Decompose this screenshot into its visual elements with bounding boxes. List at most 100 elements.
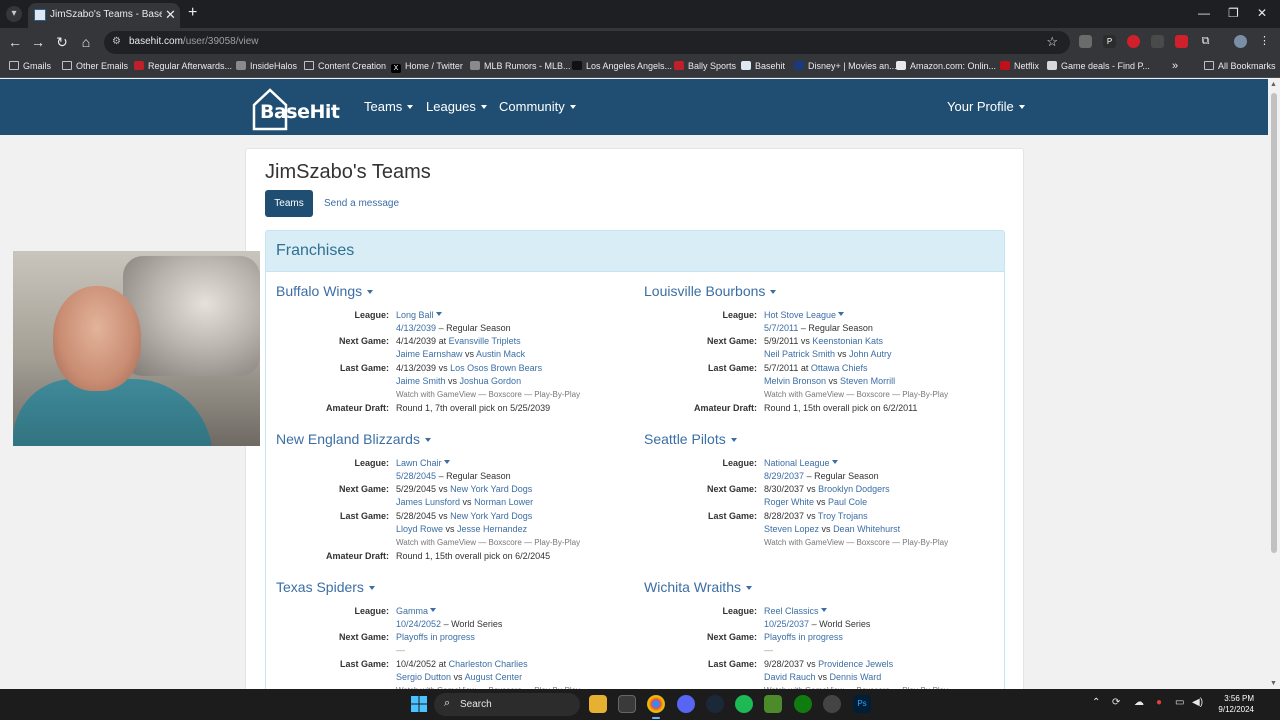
xbox-icon[interactable] [794,695,812,713]
caret-down-icon[interactable] [430,608,437,612]
player-link[interactable]: Neil Patrick Smith [764,349,835,359]
extension-icon[interactable] [1079,35,1092,48]
send-message-link[interactable]: Send a message [324,198,399,209]
volume-icon[interactable]: ◀) [1192,697,1203,708]
team-name-dropdown[interactable]: Seattle Pilots [644,431,737,447]
scroll-down-icon[interactable]: ▼ [1270,680,1277,687]
caret-down-icon[interactable] [820,608,827,612]
opponent-link[interactable]: New York Yard Dogs [450,511,532,521]
player-link[interactable]: Joshua Gordon [460,376,522,386]
player-link[interactable]: Austin Mack [476,349,525,359]
opponent-link[interactable]: Charleston Charlies [449,659,528,669]
bookmark-basehit[interactable]: Basehit [741,61,785,71]
url-text[interactable]: basehit.com/user/39058/view [129,36,259,47]
bookmark-insidehalos[interactable]: InsideHalos [236,61,297,71]
taskbar-clock[interactable]: 3:56 PM 9/12/2024 [1212,693,1254,715]
player-link[interactable]: David Rauch [764,672,816,682]
league-link[interactable]: Lawn Chair [396,458,442,468]
tab-search-icon[interactable]: ▾ [6,6,22,22]
opponent-link[interactable]: Providence Jewels [818,659,893,669]
photoshop-icon[interactable]: Ps [853,695,871,713]
playoffs-link[interactable]: Playoffs in progress [764,632,843,642]
team-name-dropdown[interactable]: New England Blizzards [276,431,431,447]
discord-icon[interactable] [677,695,695,713]
basehit-logo[interactable]: BaseHit [250,87,340,132]
bookmark-regular-afterwards[interactable]: Regular Afterwards... [134,61,232,71]
reload-icon[interactable]: ↻ [53,33,71,51]
extension-icon[interactable] [1127,35,1140,48]
opponent-link[interactable]: Ottawa Chiefs [811,363,868,373]
avatar[interactable] [1234,35,1247,48]
bookmark-disney[interactable]: Disney+ | Movies an... [794,61,897,71]
player-link[interactable]: John Autry [849,349,892,359]
puzzle-icon[interactable]: ⧉ [1199,35,1212,48]
date-link[interactable]: 5/7/2011 [764,323,798,333]
league-link[interactable]: Reel Classics [764,606,819,616]
player-link[interactable]: Norman Lower [474,497,533,507]
playoffs-link[interactable]: Playoffs in progress [396,632,475,642]
player-link[interactable]: Melvin Bronson [764,376,826,386]
player-link[interactable]: Lloyd Rowe [396,524,443,534]
player-link[interactable]: Jaime Smith [396,376,446,386]
player-link[interactable]: Dennis Ward [830,672,882,682]
scroll-up-icon[interactable]: ▲ [1270,81,1277,88]
extension-icon[interactable] [1151,35,1164,48]
caret-down-icon[interactable] [831,460,838,464]
spotify-icon[interactable] [735,695,753,713]
nav-community[interactable]: Community [499,99,576,114]
nav-teams[interactable]: Teams [364,99,414,114]
player-link[interactable]: Steven Lopez [764,524,819,534]
app-icon[interactable] [823,695,841,713]
player-link[interactable]: Jaime Earnshaw [396,349,463,359]
tab-close-icon[interactable]: ✕ [165,7,176,23]
play-by-play-link[interactable]: Play-By-Play [534,538,580,547]
league-link[interactable]: Gamma [396,606,428,616]
team-name-dropdown[interactable]: Buffalo Wings [276,283,374,299]
bookmark-mlb-rumors[interactable]: MLB Rumors - MLB... [470,61,571,71]
home-icon[interactable]: ⌂ [77,33,95,51]
close-window-icon[interactable]: ✕ [1257,6,1267,20]
file-explorer-icon[interactable] [589,695,607,713]
scroll-thumb[interactable] [1271,93,1277,553]
player-link[interactable]: August Center [465,672,523,682]
opponent-link[interactable]: New York Yard Dogs [450,484,532,494]
date-link[interactable]: 10/25/2037 [764,619,809,629]
team-name-dropdown[interactable]: Louisville Bourbons [644,283,777,299]
team-name-dropdown[interactable]: Texas Spiders [276,579,375,595]
page-scrollbar[interactable]: ▲ ▼ [1268,79,1280,689]
back-icon[interactable]: ← [6,33,24,51]
boxscore-link[interactable]: Boxscore [856,390,889,399]
caret-down-icon[interactable] [838,312,845,316]
site-info-icon[interactable]: ⚙ [112,36,124,48]
network-icon[interactable]: ▭ [1175,697,1184,708]
play-by-play-link[interactable]: Play-By-Play [534,390,580,399]
minimize-icon[interactable]: — [1198,6,1210,20]
tray-app-icon[interactable]: ☁ [1134,697,1144,708]
nav-your-profile[interactable]: Your Profile [947,99,1025,114]
boxscore-link[interactable]: Boxscore [488,538,521,547]
bookmark-gmails[interactable]: Gmails [9,61,51,71]
opponent-link[interactable]: Brooklyn Dodgers [818,484,890,494]
bookmark-angels[interactable]: Los Angeles Angels... [572,61,672,71]
date-link[interactable]: 8/29/2037 [764,471,804,481]
minecraft-icon[interactable] [764,695,782,713]
bookmark-other-emails[interactable]: Other Emails [62,61,128,71]
date-link[interactable]: 5/28/2045 [396,471,436,481]
player-link[interactable]: Sergio Dutton [396,672,451,682]
bookmark-bally-sports[interactable]: Bally Sports [674,61,736,71]
restore-icon[interactable]: ❐ [1228,6,1239,20]
bookmark-content-creation[interactable]: Content Creation [304,61,386,71]
forward-icon[interactable]: → [29,33,47,51]
boxscore-link[interactable]: Boxscore [488,390,521,399]
player-link[interactable]: Paul Cole [828,497,867,507]
nav-leagues[interactable]: Leagues [426,99,487,114]
player-link[interactable]: James Lunsford [396,497,460,507]
player-link[interactable]: Jesse Hernandez [457,524,527,534]
league-link[interactable]: Long Ball [396,310,434,320]
more-bookmarks-icon[interactable]: » [1172,60,1178,72]
team-name-dropdown[interactable]: Wichita Wraiths [644,579,752,595]
chrome-icon[interactable] [647,695,665,713]
gameview-link[interactable]: Watch with GameView [764,538,844,547]
date-link[interactable]: 10/24/2052 [396,619,441,629]
bookmark-game-deals[interactable]: Game deals - Find P... [1047,61,1150,71]
